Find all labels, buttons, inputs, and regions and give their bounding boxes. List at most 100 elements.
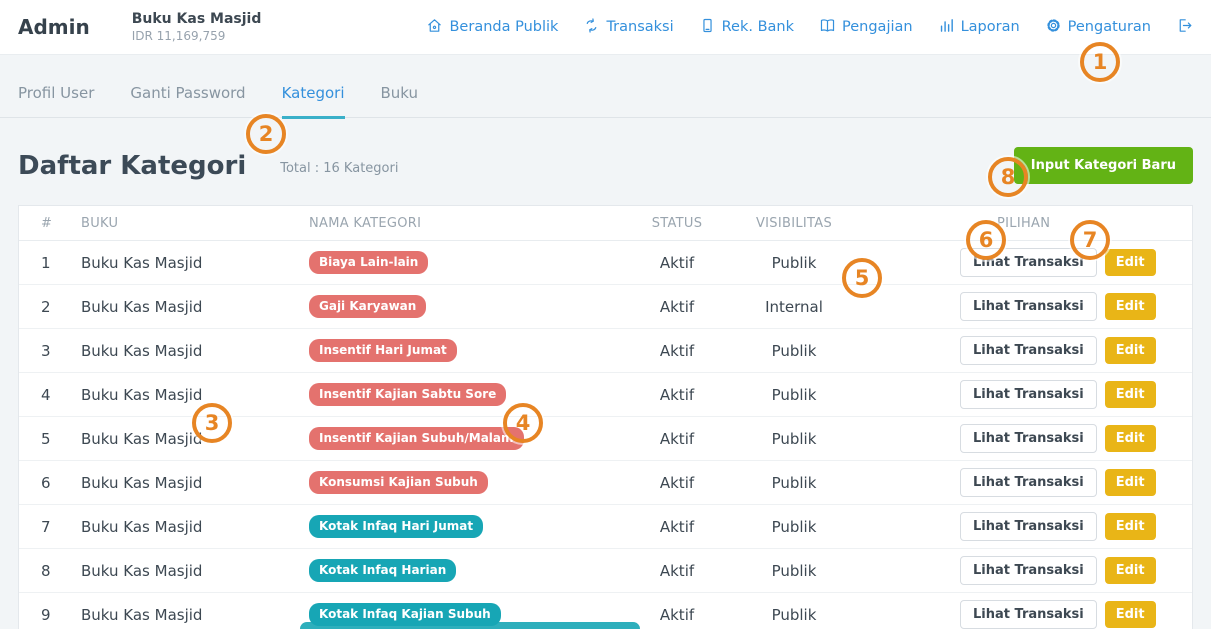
row-book-name: Buku Kas Masjid (73, 373, 301, 417)
tab-profil-user[interactable]: Profil User (18, 84, 94, 117)
page-header: Daftar Kategori Total : 16 Kategori Inpu… (0, 118, 1211, 184)
lihat-transaksi-button[interactable]: Lihat Transaksi (960, 336, 1097, 365)
header-buku: BUKU (73, 206, 301, 241)
table-row: 8 Buku Kas Masjid Kotak Infaq Harian Akt… (19, 549, 1192, 593)
annotation-circle-3: 3 (192, 403, 232, 443)
row-book-name: Buku Kas Masjid (73, 505, 301, 549)
category-badge: Insentif Kajian Subuh/Malam (309, 427, 524, 450)
nav-label: Laporan (961, 19, 1020, 35)
category-badge: Gaji Karyawan (309, 295, 426, 318)
transactions-icon (583, 17, 600, 38)
header-visibilitas: VISIBILITAS (723, 206, 865, 241)
row-number: 3 (19, 329, 73, 373)
annotation-circle-6: 6 (966, 220, 1006, 260)
row-book-name: Buku Kas Masjid (73, 241, 301, 285)
book-title: Buku Kas Masjid (132, 11, 262, 27)
nav-rek-bank[interactable]: Rek. Bank (699, 17, 794, 38)
header-pilihan: PILIHAN (865, 206, 1192, 241)
row-status: Aktif (631, 285, 723, 329)
category-badge: Biaya Lain-lain (309, 251, 428, 274)
tab-kategori[interactable]: Kategori (282, 84, 345, 119)
nav-beranda-publik[interactable]: Beranda Publik (426, 17, 558, 38)
category-total: Total : 16 Kategori (280, 155, 398, 176)
row-visibility: Publik (723, 329, 865, 373)
category-badge: Kotak Infaq Hari Jumat (309, 515, 483, 538)
edit-button[interactable]: Edit (1105, 469, 1156, 496)
tab-ganti-password[interactable]: Ganti Password (130, 84, 245, 117)
row-number: 1 (19, 241, 73, 285)
row-visibility: Publik (723, 593, 865, 629)
row-number: 5 (19, 417, 73, 461)
category-badge: Konsumsi Kajian Subuh (309, 471, 488, 494)
row-status: Aktif (631, 329, 723, 373)
annotation-circle-5: 5 (842, 258, 882, 298)
annotation-circle-1: 1 (1080, 42, 1120, 82)
nav-pengaturan[interactable]: Pengaturan (1045, 17, 1151, 38)
lihat-transaksi-button[interactable]: Lihat Transaksi (960, 292, 1097, 321)
logout-icon (1176, 17, 1193, 38)
category-badge: Insentif Hari Jumat (309, 339, 457, 362)
table-header-row: # BUKU NAMA KATEGORI STATUS VISIBILITAS … (19, 206, 1192, 241)
row-visibility: Publik (723, 373, 865, 417)
header-number: # (19, 206, 73, 241)
header-nama-kategori: NAMA KATEGORI (301, 206, 631, 241)
lihat-transaksi-button[interactable]: Lihat Transaksi (960, 468, 1097, 497)
row-book-name: Buku Kas Masjid (73, 593, 301, 629)
lihat-transaksi-button[interactable]: Lihat Transaksi (960, 424, 1097, 453)
nav-label: Beranda Publik (449, 19, 558, 35)
row-status: Aktif (631, 373, 723, 417)
edit-button[interactable]: Edit (1105, 557, 1156, 584)
row-status: Aktif (631, 593, 723, 629)
row-visibility: Internal (723, 285, 865, 329)
edit-button[interactable]: Edit (1105, 337, 1156, 364)
nav-pengajian[interactable]: Pengajian (819, 17, 913, 38)
lihat-transaksi-button[interactable]: Lihat Transaksi (960, 556, 1097, 585)
top-navbar: Admin Buku Kas Masjid IDR 11,169,759 Ber… (0, 0, 1211, 55)
row-visibility: Publik (723, 417, 865, 461)
bank-account-icon (699, 17, 716, 38)
table-row: 6 Buku Kas Masjid Konsumsi Kajian Subuh … (19, 461, 1192, 505)
edit-button[interactable]: Edit (1105, 249, 1156, 276)
row-number: 7 (19, 505, 73, 549)
settings-tabs: Profil User Ganti Password Kategori Buku (0, 84, 1211, 118)
category-badge: Kotak Infaq Harian (309, 559, 456, 582)
table-row: 7 Buku Kas Masjid Kotak Infaq Hari Jumat… (19, 505, 1192, 549)
row-book-name: Buku Kas Masjid (73, 285, 301, 329)
row-book-name: Buku Kas Masjid (73, 461, 301, 505)
row-status: Aktif (631, 241, 723, 285)
lihat-transaksi-button[interactable]: Lihat Transaksi (960, 380, 1097, 409)
row-visibility: Publik (723, 461, 865, 505)
page-title: Daftar Kategori (18, 151, 246, 181)
table-row: 4 Buku Kas Masjid Insentif Kajian Sabtu … (19, 373, 1192, 417)
row-visibility: Publik (723, 549, 865, 593)
nav-transaksi[interactable]: Transaksi (583, 17, 673, 38)
row-number: 6 (19, 461, 73, 505)
home-icon (426, 17, 443, 38)
annotation-circle-2: 2 (246, 114, 286, 154)
nav-logout[interactable] (1176, 17, 1193, 38)
row-book-name: Buku Kas Masjid (73, 329, 301, 373)
table-row: 1 Buku Kas Masjid Biaya Lain-lain Aktif … (19, 241, 1192, 285)
edit-button[interactable]: Edit (1105, 425, 1156, 452)
edit-button[interactable]: Edit (1105, 381, 1156, 408)
lihat-transaksi-button[interactable]: Lihat Transaksi (960, 600, 1097, 629)
row-status: Aktif (631, 417, 723, 461)
annotation-circle-4: 4 (503, 403, 543, 443)
nav-laporan[interactable]: Laporan (938, 17, 1020, 38)
edit-button[interactable]: Edit (1105, 601, 1156, 628)
admin-label: Admin (18, 15, 90, 39)
annotation-circle-7: 7 (1070, 220, 1110, 260)
table-row: 3 Buku Kas Masjid Insentif Hari Jumat Ak… (19, 329, 1192, 373)
row-number: 9 (19, 593, 73, 629)
input-kategori-baru-button[interactable]: Input Kategori Baru (1014, 147, 1193, 184)
tab-buku[interactable]: Buku (381, 84, 419, 117)
edit-button[interactable]: Edit (1105, 513, 1156, 540)
header-status: STATUS (631, 206, 723, 241)
row-visibility: Publik (723, 505, 865, 549)
row-book-name: Buku Kas Masjid (73, 417, 301, 461)
partial-next-row-badge (300, 622, 640, 629)
open-book-icon (819, 17, 836, 38)
lihat-transaksi-button[interactable]: Lihat Transaksi (960, 512, 1097, 541)
edit-button[interactable]: Edit (1105, 293, 1156, 320)
nav-label: Transaksi (606, 19, 673, 35)
